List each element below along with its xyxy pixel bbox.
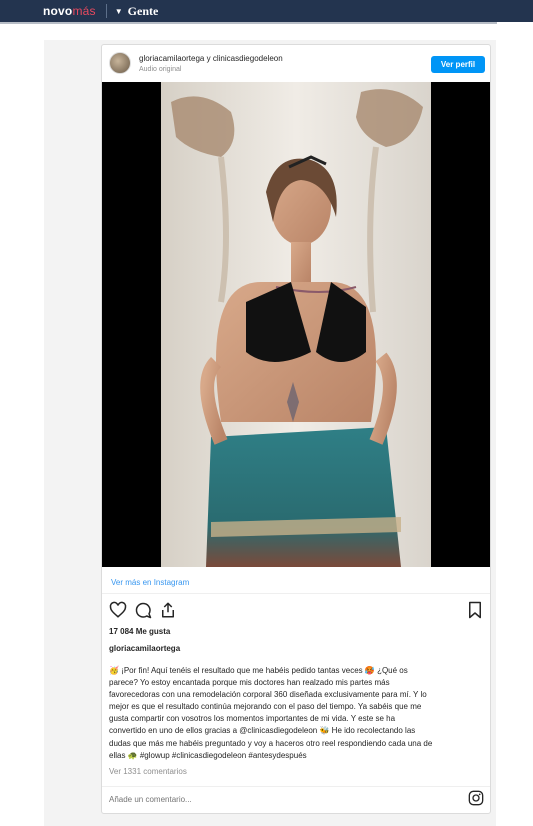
divider [102,786,490,787]
likes-count[interactable]: 17 084 Me gusta [109,627,170,636]
caption-line: 🥳 ¡Por fin! Aquí tenéis el resultado que… [109,666,408,675]
author-link[interactable]: gloriacamilaortega [139,54,204,63]
section-label: Gente [127,3,159,18]
view-profile-button[interactable]: Ver perfil [431,56,485,73]
share-icon[interactable] [159,601,177,619]
site-logo[interactable]: novomás [43,4,96,18]
photo-illustration [161,82,431,567]
caption-line: mejor es que el resultado continúa mejor… [109,702,422,712]
comment-input[interactable] [109,795,429,804]
header-divider [105,4,107,18]
comment-icon[interactable] [134,601,152,619]
logo-main: novo [43,4,73,18]
caption-line: convertido en uno de ellos gracias a @cl… [109,726,416,736]
caption-line: favorecedoras con una remodelación corpo… [109,690,427,700]
instagram-icon[interactable] [468,790,484,806]
embed-header: gloriacamilaortega y clinicasdiegodeleon… [102,45,490,82]
bookmark-icon[interactable] [466,601,484,619]
action-bar [109,601,484,619]
post-authors: gloriacamilaortega y clinicasdiegodeleon [139,54,283,63]
view-more-on-instagram-link[interactable]: Ver más en Instagram [111,578,189,587]
caret-down-icon: ▼ [114,6,123,16]
header-underline [0,22,497,24]
caption-line: parece? Yo estoy encantada porque mis do… [109,678,390,688]
section-menu[interactable]: ▼ Gente [115,4,159,19]
caption-username[interactable]: gloriacamilaortega [109,644,180,653]
site-header: novomás ▼ Gente [0,0,533,22]
author-connector: y [206,54,211,63]
divider [102,593,490,594]
heart-icon[interactable] [109,601,127,619]
post-photo [161,82,431,567]
avatar[interactable] [109,52,131,74]
logo-accent: más [72,4,96,18]
post-media[interactable] [102,82,490,567]
audio-label[interactable]: Audio original [139,66,181,73]
coauthor-link[interactable]: clinicasdiegodeleon [213,54,283,63]
post-caption: 🥳 ¡Por fin! Aquí tenéis el resultado que… [109,665,487,762]
instagram-embed: gloriacamilaortega y clinicasdiegodeleon… [101,44,491,814]
caption-line: gusta compartir con vosotros los momento… [109,714,396,724]
view-comments-link[interactable]: Ver 1331 comentarios [109,767,187,776]
caption-line: ellas 🐢 #glowup #clinicasdiegodeleon #an… [109,750,307,760]
caption-line: dudas que más me habéis preguntado y voy… [109,738,433,748]
